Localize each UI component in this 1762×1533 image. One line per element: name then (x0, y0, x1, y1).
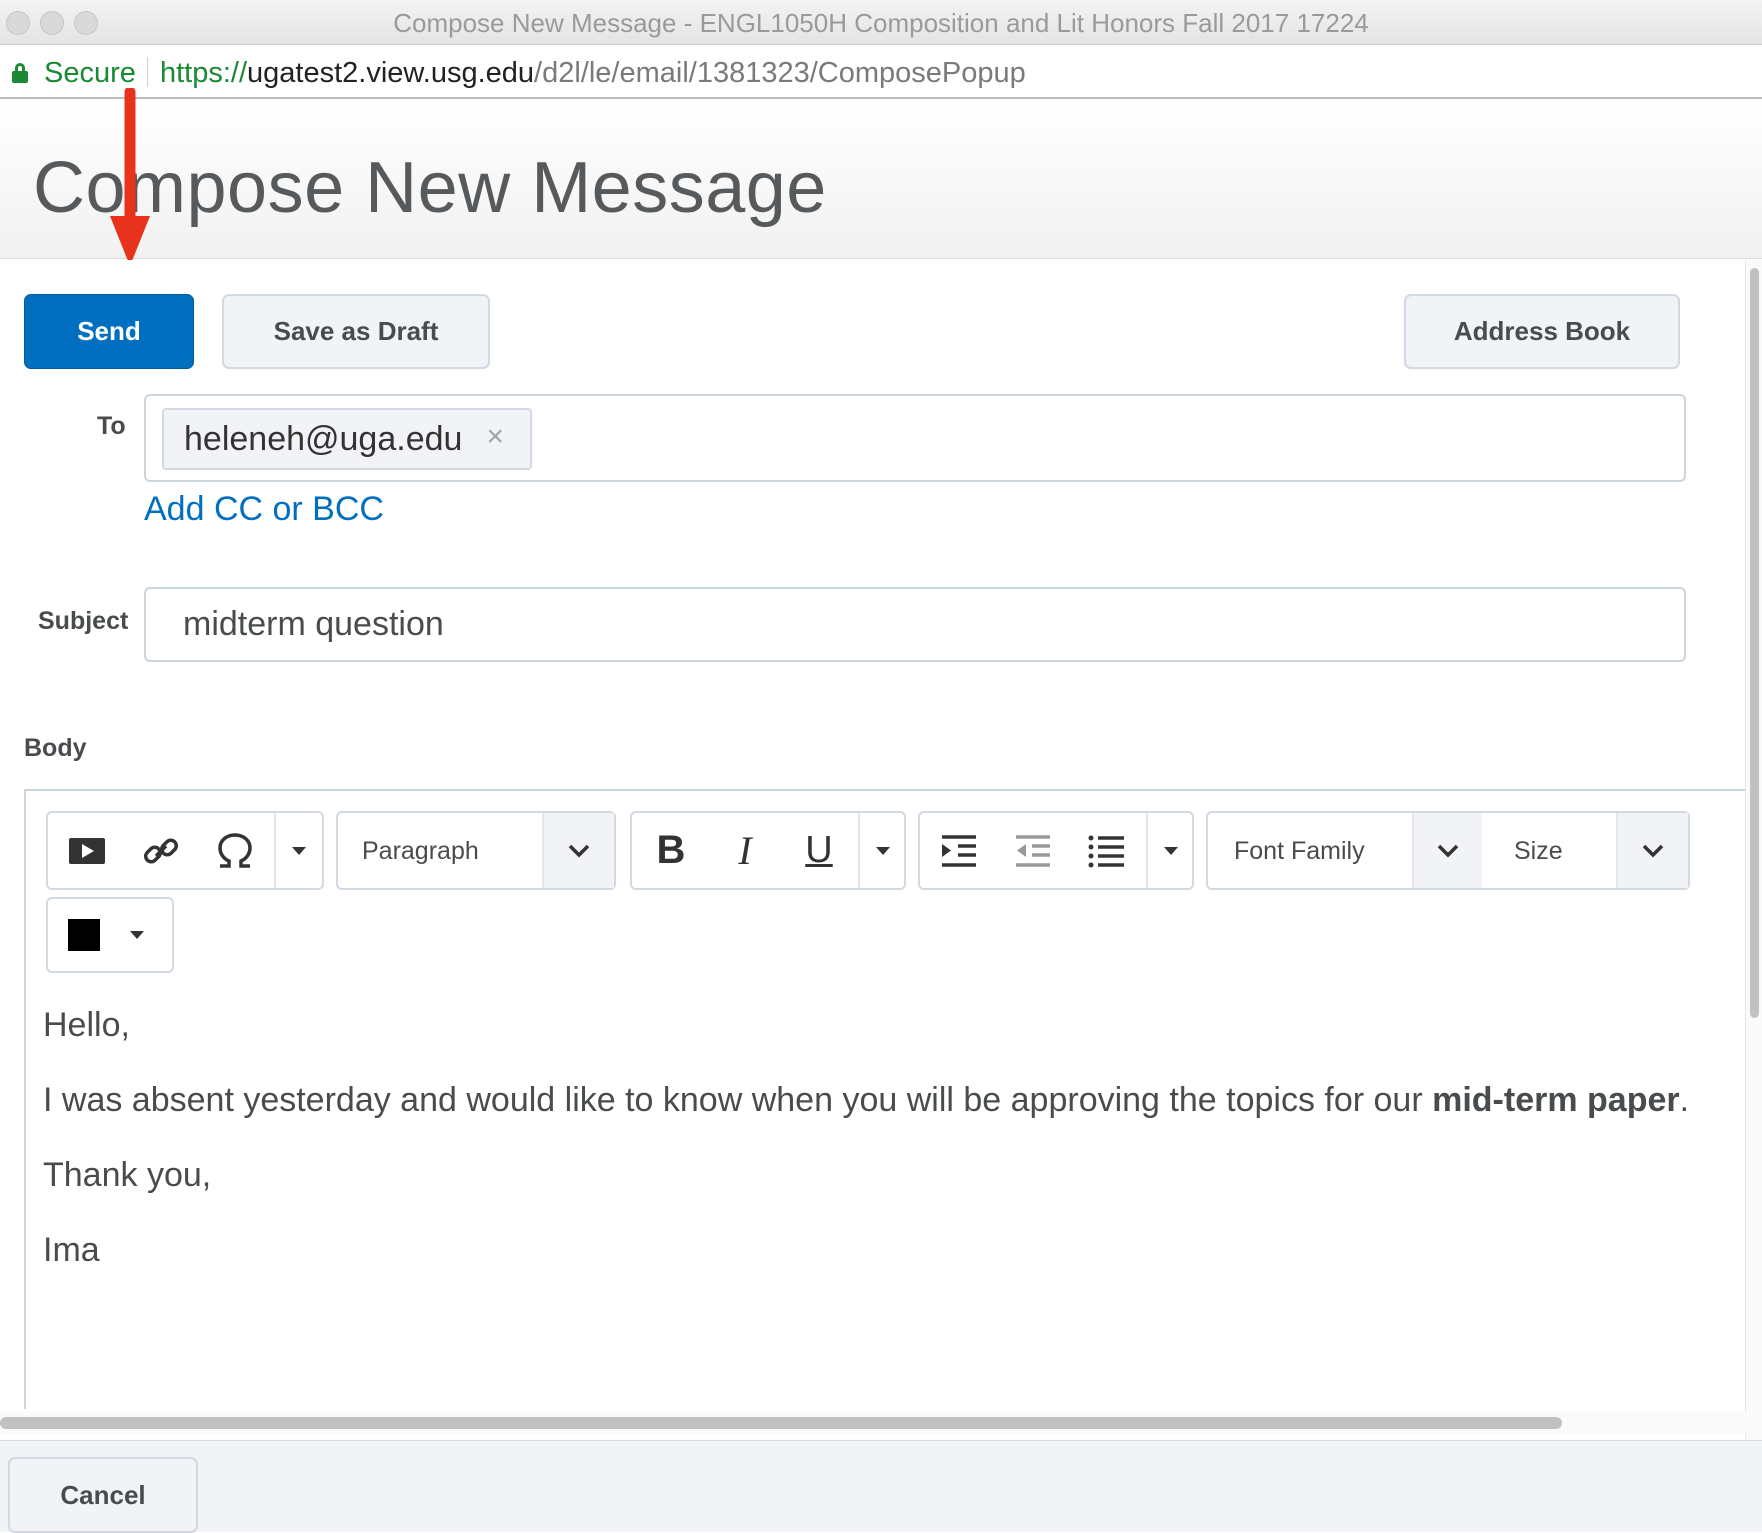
chevron-down-icon[interactable] (542, 813, 614, 888)
vertical-scrollbar[interactable] (1745, 260, 1762, 1440)
page-header: Compose New Message (0, 99, 1762, 259)
omega-icon[interactable] (200, 813, 270, 888)
subject-value: midterm question (183, 605, 444, 643)
address-bar[interactable]: Secure https://ugatest2.view.usg.edu/d2l… (0, 45, 1762, 99)
list-toolbar-group (918, 811, 1194, 890)
body-editor[interactable]: Paragraph B I U Font Family Size Hello, … (24, 789, 1746, 1409)
indent-icon[interactable] (924, 813, 994, 888)
outdent-icon[interactable] (998, 813, 1068, 888)
subject-label: Subject (38, 607, 129, 635)
font-size-value: Size (1514, 837, 1563, 865)
video-icon[interactable] (52, 813, 122, 888)
text-style-more-dropdown[interactable] (860, 813, 906, 888)
insert-toolbar-group (46, 811, 324, 890)
block-format-value: Paragraph (362, 837, 479, 865)
chevron-down-icon[interactable] (1616, 813, 1688, 888)
font-toolbar-group: Font Family Size (1206, 811, 1690, 890)
body-paragraph: I was absent yesterday and would like to… (43, 1081, 1690, 1119)
chevron-down-icon[interactable] (1412, 813, 1482, 888)
compose-form: Send Save as Draft Address Book To helen… (0, 260, 1746, 1440)
address-book-button[interactable]: Address Book (1404, 294, 1680, 369)
to-field[interactable]: heleneh@uga.edu × (144, 394, 1686, 482)
cancel-button[interactable]: Cancel (8, 1457, 198, 1533)
italic-icon[interactable]: I (710, 813, 780, 888)
body-label: Body (24, 734, 87, 762)
window-titlebar: Compose New Message - ENGL1050H Composit… (0, 0, 1762, 45)
horizontal-scrollbar[interactable] (0, 1412, 1762, 1434)
add-cc-bcc-link[interactable]: Add CC or BCC (144, 490, 384, 529)
body-closing: Thank you, (43, 1156, 212, 1194)
recipient-chip: heleneh@uga.edu × (162, 408, 532, 470)
send-button[interactable]: Send (24, 294, 194, 369)
bulleted-list-icon[interactable] (1072, 813, 1142, 888)
color-swatch (68, 919, 100, 951)
text-style-toolbar-group: B I U (630, 811, 906, 890)
address-separator (147, 57, 148, 87)
url-text[interactable]: https://ugatest2.view.usg.edu/d2l/le/ema… (160, 57, 1026, 90)
horizontal-scrollbar-thumb[interactable] (0, 1417, 1562, 1429)
remove-recipient-icon[interactable]: × (486, 420, 504, 454)
bold-icon[interactable]: B (636, 813, 706, 888)
annotation-arrow-icon (110, 88, 150, 266)
lock-icon (12, 63, 28, 83)
to-label: To (97, 412, 126, 440)
block-format-select[interactable]: Paragraph (336, 811, 616, 890)
subject-input[interactable]: midterm question (144, 587, 1686, 662)
save-draft-button[interactable]: Save as Draft (222, 294, 490, 369)
text-color-picker[interactable] (46, 897, 174, 973)
color-dropdown-caret[interactable] (130, 931, 144, 939)
vertical-scrollbar-thumb[interactable] (1750, 268, 1759, 1018)
list-more-dropdown[interactable] (1148, 813, 1194, 888)
underline-icon[interactable]: U (784, 813, 854, 888)
body-bold-text: mid-term paper (1432, 1081, 1680, 1119)
font-family-value: Font Family (1234, 837, 1365, 865)
link-icon[interactable] (126, 813, 196, 888)
body-signature: Ima (43, 1231, 100, 1269)
secure-label: Secure (44, 57, 136, 89)
recipient-email: heleneh@uga.edu (184, 419, 463, 458)
dialog-footer: Cancel (0, 1440, 1762, 1533)
window-title: Compose New Message - ENGL1050H Composit… (393, 8, 1369, 38)
insert-more-dropdown[interactable] (276, 813, 322, 888)
body-greeting: Hello, (43, 1006, 130, 1044)
